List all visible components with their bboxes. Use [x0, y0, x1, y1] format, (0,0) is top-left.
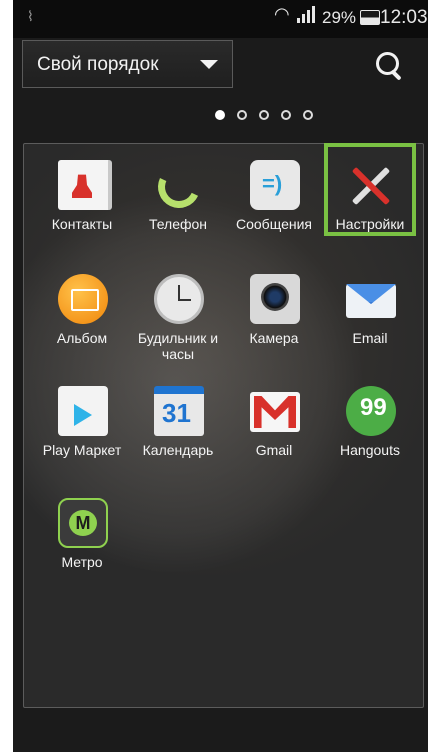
- app-label: Календарь: [142, 442, 214, 458]
- metro-icon: [58, 498, 108, 548]
- app-label: Метро: [61, 554, 103, 570]
- page-dot-3[interactable]: [259, 110, 269, 120]
- app-phone[interactable]: Телефон: [130, 148, 226, 258]
- app-label: Контакты: [51, 216, 113, 232]
- app-label: Альбом: [56, 330, 108, 346]
- play-store-icon: [58, 386, 108, 436]
- battery-icon: [360, 10, 380, 25]
- page-dot-4[interactable]: [281, 110, 291, 120]
- page-dot-2[interactable]: [237, 110, 247, 120]
- app-label: Gmail: [255, 442, 293, 458]
- app-label: Сообщения: [236, 216, 312, 232]
- app-alarm-clock[interactable]: Будильник и часы: [130, 262, 226, 372]
- calendar-icon: [154, 386, 204, 436]
- clock-icon: [154, 274, 204, 324]
- battery-percent: 29%: [322, 8, 357, 27]
- signal-icon: [297, 5, 315, 23]
- app-email[interactable]: Email: [322, 262, 418, 372]
- page-dot-1[interactable]: [215, 110, 225, 120]
- app-label: Будильник и часы: [137, 330, 219, 362]
- search-button[interactable]: [373, 49, 407, 83]
- page-indicator: [13, 110, 313, 124]
- app-gmail[interactable]: Gmail: [226, 374, 322, 484]
- chevron-down-icon: [200, 60, 218, 69]
- app-contacts[interactable]: Контакты: [34, 148, 130, 258]
- phone-icon: [154, 160, 204, 210]
- app-album[interactable]: Альбом: [34, 262, 130, 372]
- app-hangouts[interactable]: Hangouts: [322, 374, 418, 484]
- app-play-market[interactable]: Play Маркет: [34, 374, 130, 484]
- album-icon: [58, 274, 108, 324]
- email-icon: [346, 284, 396, 318]
- bottom-bar: [13, 708, 428, 752]
- hangouts-icon: [346, 386, 396, 436]
- sort-order-label: Свой порядок: [37, 54, 159, 75]
- phone-screen: ⌇ ◠ 29% 12:03 Свой порядок Контакты Теле…: [13, 0, 428, 752]
- app-metro[interactable]: Метро: [34, 486, 130, 596]
- contacts-icon: [58, 160, 112, 210]
- cast-icon: ⌇: [27, 8, 34, 24]
- settings-highlight-frame: [324, 143, 416, 236]
- clock-time: 12:03: [380, 7, 428, 28]
- app-label: Play Маркет: [42, 442, 122, 458]
- wifi-icon: ◠: [274, 4, 290, 24]
- app-messages[interactable]: Сообщения: [226, 148, 322, 258]
- camera-icon: [250, 274, 300, 324]
- app-label: Телефон: [148, 216, 208, 232]
- gmail-icon: [250, 392, 300, 432]
- app-label: Email: [352, 330, 388, 346]
- page-dot-5[interactable]: [303, 110, 313, 120]
- app-camera[interactable]: Камера: [226, 262, 322, 372]
- app-label: Hangouts: [340, 442, 400, 458]
- app-calendar[interactable]: Календарь: [130, 374, 226, 484]
- status-bar: ⌇ ◠ 29% 12:03: [13, 0, 428, 38]
- messages-icon: [250, 160, 300, 210]
- sort-order-dropdown[interactable]: Свой порядок: [22, 40, 233, 88]
- app-label: Камера: [249, 330, 299, 346]
